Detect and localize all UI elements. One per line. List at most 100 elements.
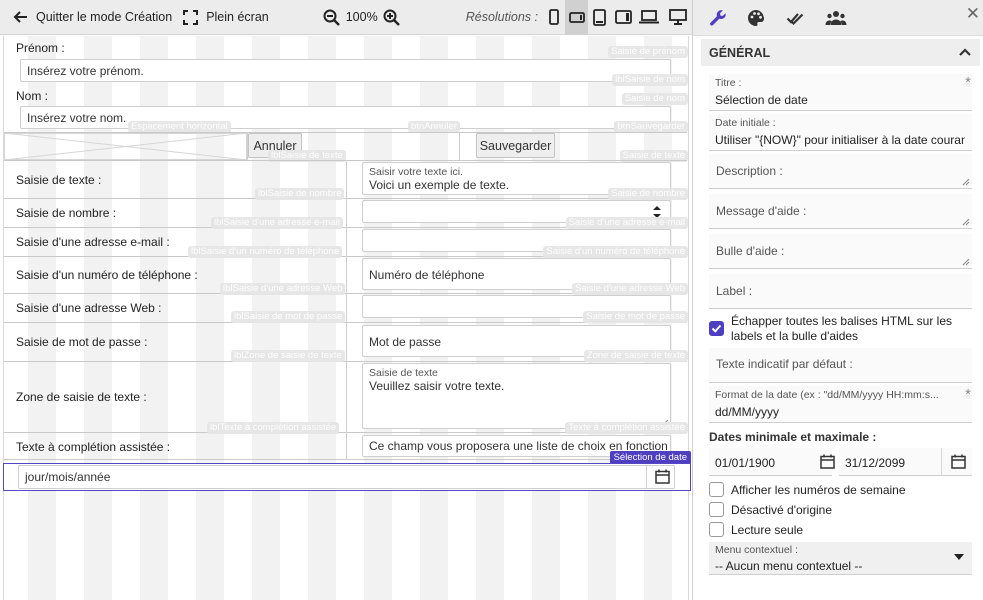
saisie-telephone-label: Saisie d'un numéro de téléphone : [16, 268, 198, 282]
tablet-landscape-icon [568, 11, 585, 23]
quit-design-mode-label: Quitter le mode Création [36, 10, 173, 24]
zone-texte-label: Zone de saisie de texte : [16, 390, 147, 404]
label-field[interactable]: Label : [709, 274, 972, 309]
arrow-left-icon [13, 11, 27, 23]
saisie-email-label: Saisie d'une adresse e-mail : [16, 235, 170, 249]
saisie-nombre-label: Saisie de nombre : [16, 206, 117, 220]
quit-design-mode-button[interactable]: Quitter le mode Création [12, 0, 172, 35]
completion-label: Texte à complétion assistée : [16, 440, 171, 454]
fullscreen-label: Plein écran [206, 10, 269, 24]
checks-icon [786, 13, 804, 26]
min-date-value: 01/01/1900 [715, 456, 776, 470]
zoom-out-icon [323, 9, 340, 26]
zoom-in-button[interactable] [383, 0, 400, 35]
escape-html-checkbox[interactable] [709, 321, 724, 336]
disabled-label: Désactivé d'origine [731, 503, 833, 517]
date-picker-selected[interactable]: jour/mois/année [3, 463, 691, 491]
message-aide-label: Message d'aide : [716, 204, 807, 218]
tag-zone-texte: Zone de saisie de texte [583, 350, 688, 362]
min-date-field[interactable]: 01/01/1900 [709, 448, 835, 476]
saisie-mdp-label: Saisie de mot de passe : [16, 335, 148, 349]
saisie-texte-hint: Saisir votre texte ici. [369, 166, 463, 178]
wrench-icon [710, 10, 726, 26]
caret-down-icon [954, 554, 964, 560]
tag-saisie-email: Saisie d'une adresse e-mail [565, 217, 688, 229]
escape-html-label: Échapper toutes les balises HTML sur les… [731, 314, 952, 343]
date-input[interactable]: jour/mois/année [18, 465, 675, 489]
tag-saisie-telephone: Saisie d'un numéro de téléphone [543, 246, 688, 258]
section-general-header[interactable]: GÉNÉRAL [701, 39, 980, 66]
placeholder-field[interactable]: Texte indicatif par défaut : [709, 348, 972, 383]
calendar-icon[interactable] [951, 454, 966, 469]
prenom-input[interactable]: Insérez votre prénom. [20, 59, 671, 82]
titre-field[interactable]: Titre : * Sélection de date [709, 74, 972, 111]
nom-input[interactable]: Insérez votre nom. [20, 106, 671, 129]
fullscreen-button[interactable]: Plein écran [183, 0, 269, 35]
resolutions-label: Résolutions : [465, 10, 538, 24]
show-weeks-checkbox[interactable] [709, 482, 724, 497]
required-asterisk: * [965, 386, 971, 403]
titre-label: Titre : [715, 77, 742, 89]
tab-style[interactable] [744, 6, 768, 30]
nom-label: Nom : [16, 89, 49, 103]
zoom-in-icon [383, 9, 400, 26]
message-aide-field[interactable]: Message d'aide : [709, 194, 972, 229]
tag-saisie-mdp: Saisie de mot de passe [583, 311, 688, 323]
resolution-phone-button[interactable] [542, 0, 565, 35]
tab-permissions[interactable] [824, 6, 848, 30]
resize-handle-icon[interactable] [962, 178, 970, 186]
context-menu-select[interactable]: Menu contextuel : -- Aucun menu contextu… [709, 542, 972, 575]
users-icon [825, 11, 847, 25]
saisie-texte-label: Saisie de texte : [16, 173, 102, 187]
date-initiale-field[interactable]: Date initiale : Utiliser "{NOW}" pour in… [709, 114, 972, 151]
designer-toolbar: Quitter le mode Création Plein écran 100… [0, 0, 692, 35]
date-format-field[interactable]: Format de la date (ex : "dd/MM/yyyy HH:m… [709, 386, 972, 423]
resize-handle-icon[interactable] [962, 258, 970, 266]
show-weeks-label: Afficher les numéros de semaine [731, 483, 906, 497]
properties-panel: ✕ GÉNÉRAL Titre : * Sélection de date Da… [692, 0, 983, 600]
close-icon[interactable]: ✕ [966, 4, 980, 24]
tag-lbl-zone-texte: lblZone de saisie de texte [231, 350, 345, 362]
resolution-phone-landscape-button[interactable] [565, 0, 589, 35]
tab-validation[interactable] [783, 6, 807, 30]
disabled-checkbox[interactable] [709, 502, 724, 517]
tag-lbl-saisie-nombre: lblSaisie de nombre [255, 188, 345, 200]
calendar-icon[interactable] [820, 454, 835, 469]
resize-handle-icon[interactable] [962, 218, 970, 226]
column-separator [346, 160, 347, 460]
description-field[interactable]: Description : [709, 154, 972, 189]
tag-saisie-prenom: Saisie de prénom [608, 46, 688, 58]
phone-icon [548, 9, 559, 25]
tag-lbl-saisie-email: lblSaisie d'une adresse e-mail [211, 217, 343, 229]
tag-lbl-saisie-telephone: lblSaisie d'un numéro de téléphone [188, 246, 343, 258]
design-canvas: Prénom : Saisie de prénom Insérez votre … [0, 36, 692, 600]
calendar-icon[interactable] [655, 469, 670, 484]
tag-lbl-saisie-nom: lblSaisie de nom [612, 74, 688, 86]
max-date-field[interactable]: 31/12/2099 [839, 448, 972, 476]
date-format-label: Format de la date (ex : "dd/MM/yyyy HH:m… [715, 389, 939, 401]
zone-texte-input[interactable]: Saisie de texte Veuillez saisir votre te… [362, 363, 671, 429]
readonly-checkbox[interactable] [709, 522, 724, 537]
chevron-up-icon[interactable] [958, 45, 972, 59]
resolution-tablet-landscape-button[interactable] [611, 0, 634, 35]
sauvegarder-button[interactable]: Sauvegarder [476, 133, 555, 158]
horizontal-spacer [4, 133, 247, 160]
date-format-value: dd/MM/yyyy [715, 405, 780, 419]
fullscreen-icon [183, 9, 199, 25]
date-initiale-label: Date initiale : [715, 117, 776, 129]
laptop-icon [638, 10, 659, 24]
resolution-desktop-button[interactable] [663, 0, 692, 35]
tag-saisie-nombre: Saisie de nombre [608, 188, 688, 200]
resolution-laptop-button[interactable] [635, 0, 664, 35]
context-menu-value: -- Aucun menu contextuel -- [715, 559, 863, 573]
tag-saisie-web: Saisie d'une adresse Web [572, 283, 688, 295]
zoom-out-button[interactable] [323, 0, 340, 35]
minmax-label: Dates minimale et maximale : [709, 430, 877, 444]
bulle-aide-field[interactable]: Bulle d'aide : [709, 234, 972, 269]
saisie-web-label: Saisie d'une adresse Web : [16, 301, 162, 315]
desktop-icon [668, 9, 687, 25]
zoom-level: 100% [345, 10, 378, 24]
section-general-title: GÉNÉRAL [709, 45, 771, 60]
tab-general[interactable] [706, 6, 730, 30]
resolution-tablet-button[interactable] [588, 0, 611, 35]
